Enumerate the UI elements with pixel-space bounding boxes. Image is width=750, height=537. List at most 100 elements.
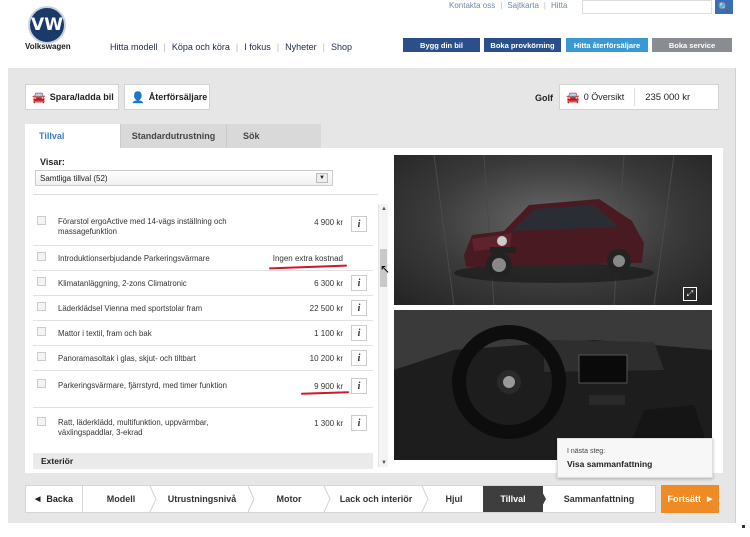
build-car-button[interactable]: Bygg din bil xyxy=(403,38,480,52)
nav-hitta-modell[interactable]: Hitta modell xyxy=(110,42,158,52)
step-hjul[interactable]: Hjul xyxy=(425,486,483,512)
list-item: Ratt, läderklädd, multifunktion, uppvärm… xyxy=(33,408,373,446)
option-checkbox[interactable] xyxy=(37,379,46,388)
chevron-right-icon xyxy=(539,486,546,512)
total-price: 235 000 kr xyxy=(645,91,691,103)
link-sajtkarta[interactable]: Sajtkarta xyxy=(507,1,539,10)
option-price: Ingen extra kostnad xyxy=(272,254,343,263)
option-checkbox[interactable] xyxy=(37,327,46,336)
car-exterior-image[interactable] xyxy=(394,155,712,305)
chevron-right-icon: ▶ xyxy=(707,496,713,503)
filter-select[interactable]: Samtliga tillval (52) ▼ xyxy=(35,170,333,186)
chevron-right-icon xyxy=(149,486,157,512)
info-icon[interactable]: i xyxy=(351,325,367,341)
link-hitta[interactable]: Hitta xyxy=(551,1,567,10)
overview-box[interactable]: 🚘 0 Översikt 235 000 kr xyxy=(559,84,719,110)
mouse-cursor-icon: ↖ xyxy=(380,262,391,276)
scroll-up-icon[interactable]: ▲ xyxy=(381,206,387,212)
car-exterior-drawing xyxy=(433,155,675,305)
nav-nyheter[interactable]: Nyheter xyxy=(285,42,317,52)
site-header: VW Volkswagen Hitta modell | Köpa och kör… xyxy=(0,0,750,68)
step-motor[interactable]: Motor xyxy=(251,486,327,512)
chevron-right-icon xyxy=(247,486,255,512)
next-step-value: Visa sammanfattning xyxy=(567,459,653,469)
search-icon: 🔍 xyxy=(718,1,730,12)
back-label: Backa xyxy=(46,494,73,504)
list-item: Mattor i textil, fram och bak 1 100 kr i xyxy=(33,321,373,346)
option-name: Ratt, läderklädd, multifunktion, uppvärm… xyxy=(58,418,209,437)
info-icon[interactable]: i xyxy=(351,415,367,431)
page-marker xyxy=(742,525,745,528)
nav-shop[interactable]: Shop xyxy=(331,42,352,52)
vw-logo[interactable]: VW xyxy=(28,6,66,44)
list-item: Parkeringsvärmare, fjärrstyrd, med timer… xyxy=(33,371,373,408)
book-testdrive-button[interactable]: Boka provkörning xyxy=(484,38,561,52)
find-dealer-button[interactable]: Hitta återförsäljare xyxy=(566,38,648,52)
car-save-icon: 🚘 xyxy=(32,91,46,104)
link-kontakta-oss[interactable]: Kontakta oss xyxy=(449,1,495,10)
search-button[interactable]: 🔍 xyxy=(715,0,733,14)
list-item: Förarstol ergoActive med 14-vägs inställ… xyxy=(33,204,373,246)
brand-name: Volkswagen xyxy=(25,42,71,51)
option-name: Förarstol ergoActive med 14-vägs inställ… xyxy=(58,217,227,236)
info-icon[interactable]: i xyxy=(351,216,367,232)
continue-label: Fortsätt xyxy=(667,494,702,504)
divider xyxy=(33,194,378,195)
filter-label: Visar: xyxy=(40,157,65,167)
nav-i-fokus[interactable]: I fokus xyxy=(244,42,271,52)
continue-button[interactable]: Fortsätt ▶ xyxy=(661,485,719,513)
info-icon[interactable]: i xyxy=(351,275,367,291)
page-border xyxy=(735,68,736,523)
option-price: 22 500 kr xyxy=(309,304,343,313)
option-checkbox[interactable] xyxy=(37,216,46,225)
model-name: Golf xyxy=(535,93,553,103)
next-step-label: I nästa steg: xyxy=(567,448,606,455)
step-navigation: Modell Utrustningsnivå Motor Lack och in… xyxy=(25,485,656,513)
search-input[interactable] xyxy=(582,0,712,14)
tab-sok[interactable]: Sök xyxy=(226,124,321,148)
step-utrustningsniva[interactable]: Utrustningsnivå xyxy=(153,486,251,512)
scroll-down-icon[interactable]: ▼ xyxy=(381,460,387,466)
tab-standardutrustning[interactable]: Standardutrustning xyxy=(120,124,226,148)
back-button[interactable]: ◀ Backa xyxy=(25,485,83,513)
step-lack-och-interior[interactable]: Lack och interiör xyxy=(327,486,425,512)
chevron-left-icon: ◀ xyxy=(35,496,41,503)
overview-label: 0 Översikt xyxy=(583,92,625,102)
step-sammanfattning[interactable]: Sammanfattning xyxy=(543,486,655,512)
person-icon: 👤 xyxy=(131,91,145,104)
option-checkbox[interactable] xyxy=(37,277,46,286)
option-price: 1 300 kr xyxy=(314,419,343,428)
step-tillval[interactable]: Tillval xyxy=(483,486,543,512)
dealer-label: Återförsäljare xyxy=(148,92,208,102)
info-icon[interactable]: i xyxy=(351,350,367,366)
dealer-button[interactable]: 👤 Återförsäljare xyxy=(124,84,210,110)
option-checkbox[interactable] xyxy=(37,417,46,426)
top-links: Kontakta oss | Sajtkarta | Hitta xyxy=(449,1,568,10)
option-price: 1 100 kr xyxy=(314,329,343,338)
save-load-button[interactable]: 🚘 Spara/ladda bil xyxy=(25,84,119,110)
expand-icon[interactable]: ⤢ xyxy=(683,287,697,301)
list-item: Klimatanläggning, 2-zons Climatronic 6 3… xyxy=(33,271,373,296)
option-name: Mattor i textil, fram och bak xyxy=(58,329,152,338)
next-step-tooltip: I nästa steg: Visa sammanfattning xyxy=(557,438,713,478)
chevron-down-icon: ▼ xyxy=(316,173,328,183)
section-exterior[interactable]: Exteriör xyxy=(33,453,373,469)
option-checkbox[interactable] xyxy=(37,302,46,311)
nav-kopa-och-kora[interactable]: Köpa och köra xyxy=(172,42,230,52)
option-price: 10 200 kr xyxy=(309,354,343,363)
option-checkbox[interactable] xyxy=(37,352,46,361)
step-modell[interactable]: Modell xyxy=(89,486,153,512)
options-scrollbar[interactable]: ▲ ▼ xyxy=(378,204,388,467)
save-load-label: Spara/ladda bil xyxy=(49,92,114,102)
list-item: Panoramasoltak i glas, skjut- och tiltba… xyxy=(33,346,373,371)
option-checkbox[interactable] xyxy=(37,252,46,261)
book-service-button[interactable]: Boka service xyxy=(652,38,732,52)
info-icon[interactable]: i xyxy=(351,300,367,316)
option-name: Panoramasoltak i glas, skjut- och tiltba… xyxy=(58,354,196,363)
divider xyxy=(634,88,636,106)
option-name: Introduktionserbjudande Parkeringsvärmar… xyxy=(58,254,210,263)
tab-tillval[interactable]: Tillval xyxy=(25,124,120,148)
main-nav: Hitta modell | Köpa och köra | I fokus | Ny… xyxy=(110,42,353,52)
car-icon: 🚘 xyxy=(566,91,580,104)
info-icon[interactable]: i xyxy=(351,378,367,394)
